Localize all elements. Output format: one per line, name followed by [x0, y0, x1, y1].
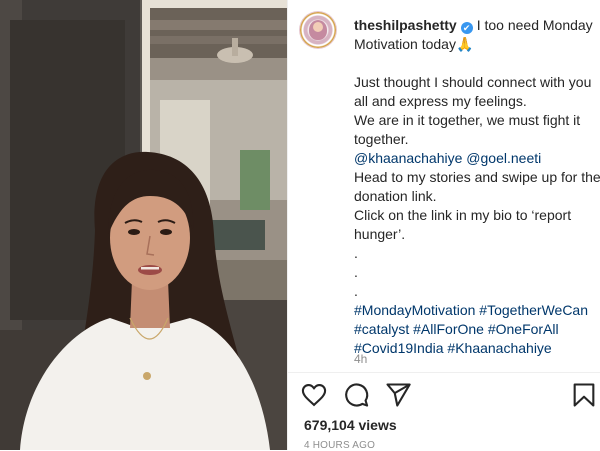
- post-video[interactable]: [0, 0, 287, 450]
- caption-line: Click on the link in my bio to ‘report h…: [354, 207, 572, 242]
- heart-icon[interactable]: [300, 381, 328, 409]
- hashtags-line: #MondayMotivation #TogetherWeCan #cataly…: [354, 301, 600, 358]
- comment-icon[interactable]: [342, 381, 370, 409]
- bookmark-icon[interactable]: [570, 381, 598, 409]
- caption-gap: [354, 54, 600, 73]
- avatar-face: [313, 22, 323, 32]
- caption-line: .: [354, 245, 358, 261]
- caption-first-line: theshilpashetty ✔ I too need Monday Motiva…: [354, 16, 600, 54]
- share-icon[interactable]: [384, 381, 412, 409]
- verified-badge-icon: ✔: [460, 22, 473, 34]
- hashtag-link[interactable]: #TogetherWeCan: [479, 302, 588, 318]
- hashtag-link[interactable]: #catalyst: [354, 321, 409, 337]
- caption-text: theshilpashetty ✔ I too need Monday Motiva…: [354, 16, 600, 358]
- avatar[interactable]: [300, 12, 336, 48]
- mentions-line: @khaanachahiye @goel.neeti: [354, 149, 600, 168]
- caption-line: Just thought I should connect with you a…: [354, 74, 592, 109]
- hashtag-link[interactable]: #MondayMotivation: [354, 302, 475, 318]
- hashtag-link[interactable]: #Covid19India: [354, 340, 444, 356]
- username[interactable]: theshilpashetty: [354, 17, 457, 33]
- relative-time[interactable]: 4h: [354, 352, 367, 366]
- caption-area: theshilpashetty ✔ I too need Monday Motiva…: [288, 0, 600, 372]
- timestamp: 4 HOURS AGO: [304, 440, 376, 451]
- post-sidebar: theshilpashetty ✔ I too need Monday Motiva…: [287, 0, 600, 451]
- hashtag-link[interactable]: #OneForAll: [488, 321, 559, 337]
- mention-link[interactable]: @goel.neeti: [466, 150, 541, 166]
- view-count[interactable]: 679,104 views: [304, 417, 397, 433]
- actions-bar: 679,104 views 4 HOURS AGO: [288, 372, 600, 451]
- video-frame: [0, 0, 287, 450]
- caption-line: .: [354, 283, 358, 299]
- caption-line: .: [354, 264, 358, 280]
- caption-line: We are in it together, we must fight it …: [354, 112, 581, 147]
- mention-link[interactable]: @khaanachahiye: [354, 150, 462, 166]
- hashtag-link[interactable]: #Khaanachahiye: [447, 340, 551, 356]
- caption-line: Head to my stories and swipe up for the …: [354, 169, 600, 204]
- hashtag-link[interactable]: #AllForOne: [413, 321, 484, 337]
